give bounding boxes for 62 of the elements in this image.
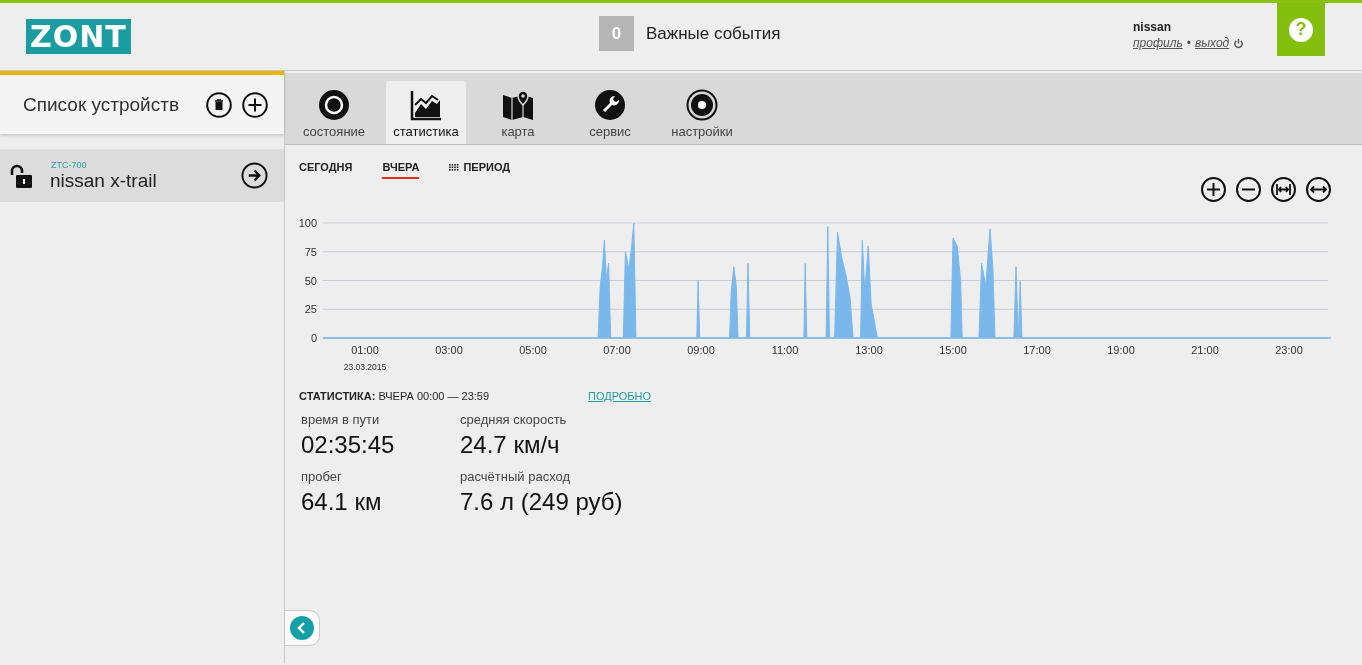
period-tab[interactable]: СЕГОДНЯ: [299, 161, 353, 179]
tab[interactable]: статистика: [386, 81, 466, 144]
chevron-left-icon: [290, 616, 314, 640]
device-name: nissan x-trail: [50, 169, 158, 192]
stat-label: пробег: [301, 469, 343, 484]
stat-label: средняя скорость: [460, 412, 568, 427]
stat-label: время в пути: [301, 412, 381, 427]
x-tick-label: 17:00: [1023, 344, 1051, 356]
stat-value: 64.1 км: [301, 488, 383, 516]
power-icon[interactable]: [1233, 37, 1245, 49]
sidebar-title: Список устройств: [23, 93, 181, 116]
plus-icon[interactable]: [242, 91, 268, 118]
x-tick-label: 05:00: [519, 344, 547, 356]
profile-link[interactable]: профиль: [1133, 36, 1183, 50]
x-tick-label: 15:00: [939, 344, 967, 356]
wrench-icon: [594, 89, 626, 121]
y-tick-label: 25: [304, 303, 317, 316]
logo: ZONT: [26, 19, 131, 54]
events-label[interactable]: Важные события: [646, 23, 781, 44]
stat-value: 02:35:45: [301, 431, 396, 459]
ring-icon: [318, 89, 350, 121]
x-tick-label: 01:00: [351, 344, 379, 356]
map-pin-icon: [502, 89, 534, 121]
zoom-in-icon[interactable]: [1201, 177, 1226, 202]
device-model: ZTC-700: [51, 159, 88, 170]
gear-icon: [686, 89, 718, 121]
expand-horizontal-icon[interactable]: [1306, 177, 1331, 202]
y-tick-label: 50: [304, 274, 317, 287]
x-tick-label: 09:00: [687, 344, 715, 356]
zoom-out-icon[interactable]: [1236, 177, 1261, 202]
y-tick-label: 75: [304, 245, 317, 258]
x-tick-label: 11:00: [771, 344, 799, 356]
x-tick-label: 03:00: [435, 344, 463, 356]
stats-heading: СТАТИСТИКА: ВЧЕРА 00:00 — 23:59: [299, 390, 491, 402]
tab[interactable]: настройки: [662, 81, 742, 144]
collapse-button[interactable]: [285, 610, 320, 646]
tab[interactable]: сервис: [570, 81, 650, 144]
stat-value: 24.7 км/ч: [460, 431, 561, 459]
x-tick-label: 19:00: [1107, 344, 1135, 356]
arrow-right-icon[interactable]: [241, 162, 268, 189]
x-tick-label: 07:00: [603, 344, 631, 356]
user-name: nissan: [1133, 20, 1172, 34]
x-tick-label: 21:00: [1191, 344, 1219, 356]
grid-dots-icon: [449, 164, 460, 171]
trash-icon[interactable]: [206, 91, 232, 118]
period-tab[interactable]: ПЕРИОД: [449, 161, 511, 179]
date-label: 23.03.2015: [343, 362, 387, 372]
events-count: 0: [599, 16, 634, 51]
y-tick-label: 0: [310, 332, 317, 344]
tab[interactable]: карта: [478, 81, 558, 144]
area-chart-icon: [410, 89, 442, 121]
y-tick-label: 100: [298, 217, 317, 229]
period-tab[interactable]: ВЧЕРА: [382, 161, 420, 179]
x-tick-label: 13:00: [855, 344, 883, 356]
device-item[interactable]: ZTC-700 nissan x-trail: [0, 149, 284, 202]
x-tick-label: 23:00: [1275, 344, 1303, 356]
separator-dot: •: [1186, 36, 1191, 50]
logout-link[interactable]: выход: [1194, 36, 1230, 50]
tab[interactable]: состояние: [294, 81, 374, 144]
stat-value: 7.6 л (249 руб): [460, 488, 624, 516]
stat-label: расчётный расход: [460, 469, 571, 484]
fit-width-icon[interactable]: [1271, 177, 1296, 202]
